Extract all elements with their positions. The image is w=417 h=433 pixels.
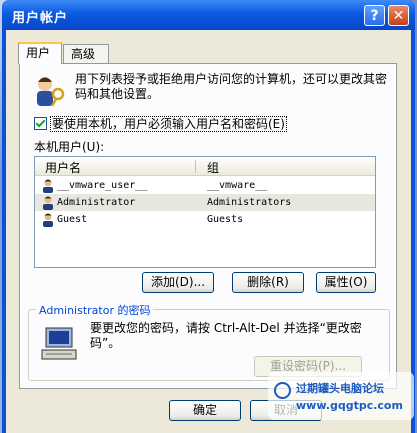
properties-button[interactable]: 属性(O) [316, 272, 376, 293]
help-button[interactable]: ? [364, 5, 385, 26]
password-group-title: Administrator 的密码 [36, 302, 154, 318]
table-row[interactable]: Guest Guests [35, 211, 375, 228]
checkbox-checked-icon[interactable] [34, 117, 47, 130]
remove-user-button[interactable]: 删除(R) [232, 272, 304, 293]
tab-advanced[interactable]: 高级 [63, 44, 109, 64]
add-user-button[interactable]: 添加(D)... [142, 272, 214, 293]
watermark-forum-name: 过期罐头电脑论坛 [296, 382, 384, 395]
user-name: Guest [57, 214, 88, 225]
ok-button[interactable]: 确定 [169, 400, 241, 421]
password-instructions: 要更改您的密码，请按 Ctrl-Alt-Del 并选择“更改密码”。 [90, 321, 362, 350]
title-bar[interactable]: 用户帐户 ? ✕ [2, 0, 415, 30]
users-keys-icon [37, 77, 65, 107]
column-header-group[interactable]: 组 [207, 159, 219, 176]
column-header-username[interactable]: 用户名 [45, 159, 81, 176]
list-header: 用户名 组 [35, 157, 375, 176]
user-group: Guests [207, 214, 244, 225]
user-icon [43, 179, 53, 193]
users-list[interactable]: 用户名 组 __vmware_user__ __vmware__ Adminis… [34, 156, 376, 268]
tab-users[interactable]: 用户 [18, 42, 62, 64]
dialog-description: 用下列表授予或拒绝用户访问您的计算机，还可以更改其密码和其他设置。 [75, 72, 388, 101]
user-group: __vmware__ [207, 180, 268, 191]
table-row[interactable]: Administrator Administrators [35, 194, 375, 211]
require-password-label: 要使用本机，用户必须输入用户名和密码(E) [50, 116, 287, 132]
computer-keyboard-icon [41, 327, 77, 360]
table-row[interactable]: __vmware_user__ __vmware__ [35, 177, 375, 194]
close-button[interactable]: ✕ [388, 5, 409, 26]
user-name: __vmware_user__ [57, 180, 148, 191]
window-title: 用户帐户 [12, 11, 69, 26]
users-tab-panel: 用下列表授予或拒绝用户访问您的计算机，还可以更改其密码和其他设置。 要使用本机，… [19, 63, 397, 389]
user-name: Administrator [57, 197, 136, 208]
forum-watermark: 过期罐头电脑论坛 www.gqgtpc.com [268, 372, 414, 420]
user-icon [43, 213, 53, 227]
watermark-url: www.gqgtpc.com [296, 399, 403, 412]
column-divider[interactable] [195, 160, 196, 173]
local-users-label: 本机用户(U): [34, 140, 105, 154]
user-icon [43, 196, 53, 210]
watermark-logo-icon [274, 382, 291, 399]
user-accounts-dialog: 用户帐户 ? ✕ 用户 高级 用下列表授予或拒绝用户访问您的计算机，还可以更改其… [2, 0, 415, 433]
require-password-checkbox[interactable]: 要使用本机，用户必须输入用户名和密码(E) [34, 115, 287, 132]
user-group: Administrators [207, 197, 292, 208]
